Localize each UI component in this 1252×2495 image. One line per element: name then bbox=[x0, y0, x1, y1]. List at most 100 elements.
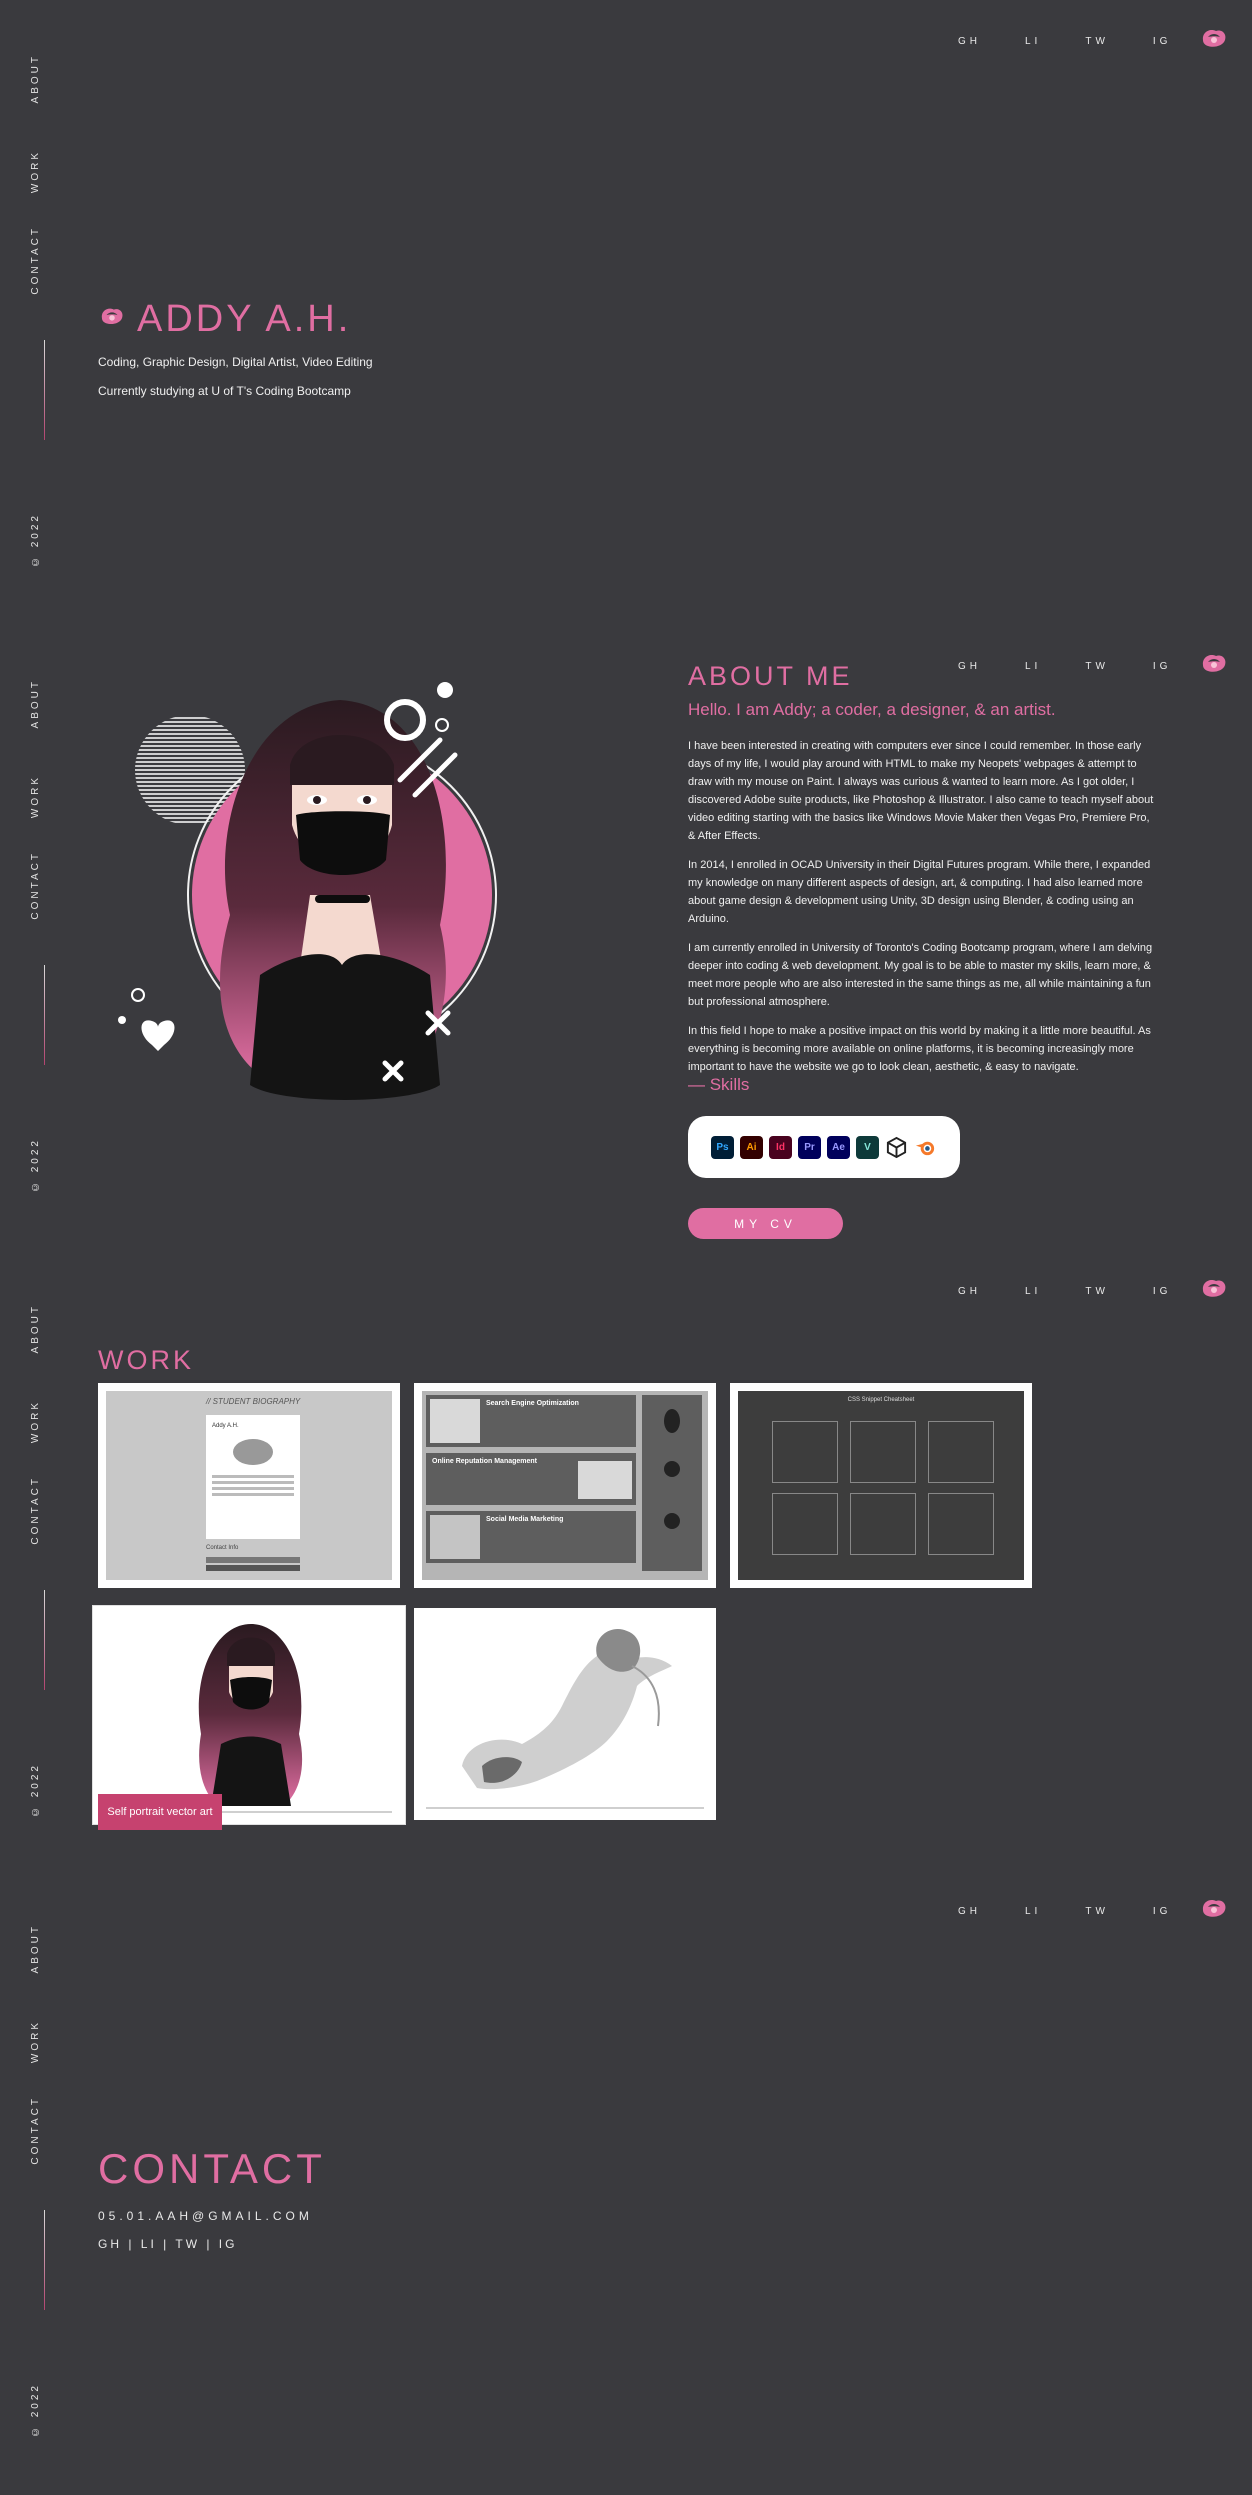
service-row: Search Engine Optimization bbox=[426, 1395, 636, 1447]
nav-instagram-link[interactable]: IG bbox=[1153, 1286, 1172, 1297]
nav-twitter-link[interactable]: TW bbox=[1085, 661, 1109, 672]
about-greeting: Hello. I am Addy; a coder, a designer, &… bbox=[688, 700, 1056, 719]
biography-name: Addy A.H. bbox=[212, 1423, 239, 1429]
side-nav-about[interactable]: ABOUT bbox=[30, 54, 60, 103]
contact-info-label: Contact Info bbox=[206, 1545, 239, 1551]
logo-icon[interactable] bbox=[1200, 651, 1228, 675]
side-nav-contact[interactable]: CONTACT bbox=[30, 226, 60, 295]
side-nav-about[interactable]: ABOUT bbox=[30, 1924, 60, 1973]
logo-icon[interactable] bbox=[1200, 1896, 1228, 1920]
biography-image bbox=[233, 1439, 273, 1465]
side-nav-work[interactable]: WORK bbox=[30, 1400, 60, 1443]
nav-linkedin-link[interactable]: LI bbox=[1025, 36, 1041, 47]
skills-icons: Ps Ai Id Pr Ae V bbox=[688, 1116, 960, 1178]
side-nav-contact[interactable]: CONTACT bbox=[30, 1476, 60, 1545]
figure-drawing-thumbnail bbox=[426, 1628, 704, 1809]
nav-github-link[interactable]: GH bbox=[958, 1286, 981, 1297]
project-card-student-biography[interactable]: // STUDENT BIOGRAPHY Addy A.H. Contact I… bbox=[98, 1383, 400, 1588]
side-nav-work[interactable]: WORK bbox=[30, 2020, 60, 2063]
top-nav: GH LI TW IG bbox=[958, 36, 1168, 47]
unity-icon bbox=[886, 1136, 907, 1158]
service-title: Search Engine Optimization bbox=[486, 1400, 579, 1407]
about-paragraph: I have been interested in creating with … bbox=[688, 740, 1154, 842]
project-thumbnail bbox=[101, 1614, 397, 1816]
about-title: ABOUT ME bbox=[688, 661, 853, 691]
side-nav-work[interactable]: WORK bbox=[30, 775, 60, 818]
blender-icon bbox=[915, 1141, 935, 1155]
photoshop-icon: Ps bbox=[711, 1135, 734, 1159]
nav-instagram-link[interactable]: IG bbox=[1153, 661, 1172, 672]
side-nav-divider bbox=[44, 340, 45, 440]
sidebar-panel bbox=[642, 1395, 702, 1571]
nav-linkedin-link[interactable]: LI bbox=[1025, 661, 1041, 672]
project-card-self-portrait[interactable] bbox=[92, 1605, 406, 1825]
about-paragraph: In this field I hope to make a positive … bbox=[688, 1025, 1151, 1073]
side-nav: ABOUT WORK CONTACT © 2022 bbox=[30, 1870, 60, 2495]
biography-card: Addy A.H. bbox=[206, 1415, 300, 1539]
card-heading: // STUDENT BIOGRAPHY bbox=[206, 1397, 301, 1406]
nav-github-link[interactable]: GH bbox=[958, 661, 981, 672]
side-nav-contact[interactable]: CONTACT bbox=[30, 851, 60, 920]
logo-icon[interactable] bbox=[1200, 1276, 1228, 1300]
side-nav: ABOUT WORK CONTACT © 2022 bbox=[30, 625, 60, 1250]
project-thumbnail: CSS Snippet Cheatsheet bbox=[738, 1391, 1024, 1580]
premiere-icon: Pr bbox=[798, 1135, 821, 1159]
project-thumbnail: Search Engine Optimization Online Reputa… bbox=[422, 1391, 708, 1580]
copyright: © 2022 bbox=[30, 513, 41, 568]
hero-tagline: Coding, Graphic Design, Digital Artist, … bbox=[98, 355, 373, 369]
top-nav: GH LI TW IG bbox=[958, 1906, 1168, 1917]
project-thumbnail bbox=[422, 1616, 708, 1812]
project-caption: Self portrait vector art bbox=[98, 1794, 222, 1830]
nav-twitter-link[interactable]: TW bbox=[1085, 1906, 1109, 1917]
side-nav: ABOUT WORK CONTACT © 2022 bbox=[30, 0, 60, 625]
nav-linkedin-link[interactable]: LI bbox=[1025, 1286, 1041, 1297]
service-title: Online Reputation Management bbox=[432, 1458, 538, 1465]
copyright: © 2022 bbox=[30, 2383, 41, 2438]
project-card-figure-drawing[interactable] bbox=[414, 1608, 716, 1820]
project-card-css-cheatsheet[interactable]: CSS Snippet Cheatsheet bbox=[730, 1383, 1032, 1588]
cheatsheet-heading: CSS Snippet Cheatsheet bbox=[847, 1397, 915, 1403]
nav-github-link[interactable]: GH bbox=[958, 36, 981, 47]
contact-section: GH LI TW IG ABOUT WORK CONTACT © 2022 CO… bbox=[0, 1870, 1252, 2492]
about-body: I have been interested in creating with … bbox=[688, 737, 1158, 1087]
top-nav: GH LI TW IG bbox=[958, 661, 1168, 672]
contact-email-link[interactable]: 05.01.AAH@GMAIL.COM bbox=[98, 2209, 313, 2223]
side-nav-about[interactable]: ABOUT bbox=[30, 679, 60, 728]
service-row: Social Media Marketing bbox=[426, 1511, 636, 1563]
about-paragraph: I am currently enrolled in University of… bbox=[688, 942, 1153, 1008]
nav-instagram-link[interactable]: IG bbox=[1153, 1906, 1172, 1917]
hero-name: ADDY A.H. bbox=[137, 298, 352, 340]
side-nav: ABOUT WORK CONTACT © 2022 bbox=[30, 1250, 60, 1875]
top-nav: GH LI TW IG bbox=[958, 1286, 1168, 1297]
contact-social-links[interactable]: GH | LI | TW | IG bbox=[98, 2237, 237, 2251]
vegas-icon: V bbox=[856, 1135, 879, 1159]
project-card-digital-marketing[interactable]: Search Engine Optimization Online Reputa… bbox=[414, 1383, 716, 1588]
hero-status: Currently studying at U of T's Coding Bo… bbox=[98, 384, 351, 398]
illustrator-icon: Ai bbox=[740, 1135, 763, 1159]
contact-title: CONTACT bbox=[98, 2145, 326, 2192]
portrait-thumbnail bbox=[106, 1624, 392, 1813]
about-paragraph: In 2014, I enrolled in OCAD University i… bbox=[688, 859, 1151, 925]
nav-twitter-link[interactable]: TW bbox=[1085, 36, 1109, 47]
self-portrait-illustration bbox=[118, 682, 497, 1100]
nav-linkedin-link[interactable]: LI bbox=[1025, 1906, 1041, 1917]
side-nav-divider bbox=[44, 1590, 45, 1690]
side-nav-divider bbox=[44, 2210, 45, 2310]
side-nav-divider bbox=[44, 965, 45, 1065]
logo-icon[interactable] bbox=[1200, 26, 1228, 50]
hero-section: GH LI TW IG ABOUT WORK CONTACT © 2022 AD… bbox=[0, 0, 1252, 625]
work-section: GH LI TW IG ABOUT WORK CONTACT © 2022 WO… bbox=[0, 1250, 1252, 1870]
side-nav-contact[interactable]: CONTACT bbox=[30, 2096, 60, 2165]
nav-twitter-link[interactable]: TW bbox=[1085, 1286, 1109, 1297]
nav-instagram-link[interactable]: IG bbox=[1153, 36, 1172, 47]
service-title: Social Media Marketing bbox=[486, 1516, 564, 1523]
about-section: GH LI TW IG ABOUT WORK CONTACT © 2022 AB… bbox=[0, 625, 1252, 1250]
side-nav-about[interactable]: ABOUT bbox=[30, 1304, 60, 1353]
side-nav-work[interactable]: WORK bbox=[30, 150, 60, 193]
indesign-icon: Id bbox=[769, 1135, 792, 1159]
work-title: WORK bbox=[98, 1345, 194, 1375]
nav-github-link[interactable]: GH bbox=[958, 1906, 981, 1917]
cv-button[interactable]: MY CV bbox=[688, 1208, 843, 1239]
service-row: Online Reputation Management bbox=[426, 1453, 636, 1505]
project-thumbnail: // STUDENT BIOGRAPHY Addy A.H. Contact I… bbox=[106, 1391, 392, 1580]
